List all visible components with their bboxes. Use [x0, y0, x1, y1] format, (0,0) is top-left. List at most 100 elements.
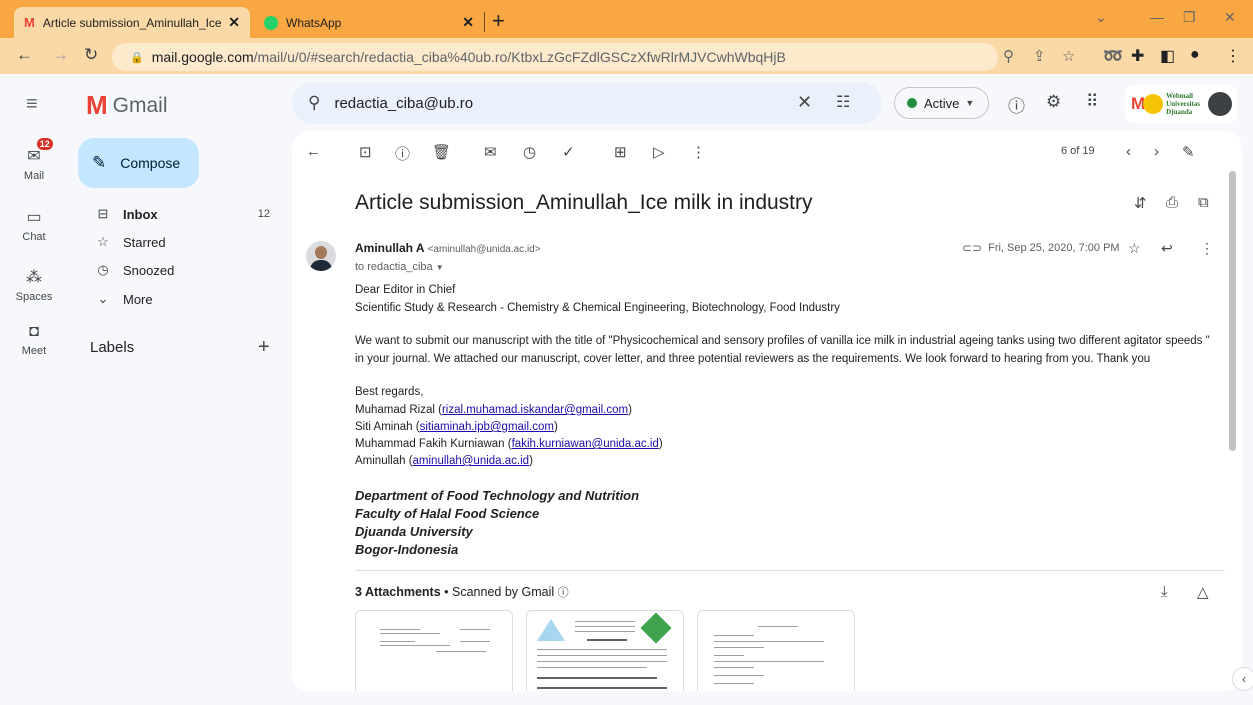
thumb-line	[714, 675, 764, 676]
nav-item-starred[interactable]: ☆ Starred	[92, 230, 282, 254]
sender[interactable]: Aminullah A <aminullah@unida.ac.id>	[355, 241, 541, 255]
minimize-icon[interactable]: —	[1150, 9, 1164, 25]
label-icon[interactable]: ▷	[653, 143, 665, 161]
nav-label: Starred	[123, 234, 166, 250]
restore-icon[interactable]: ❐	[1183, 9, 1196, 26]
author-email-link[interactable]: aminullah@unida.ac.id	[413, 455, 530, 467]
tab-whatsapp[interactable]: WhatsApp ✕	[254, 7, 484, 38]
search-options-icon[interactable]: ☷	[836, 92, 850, 112]
address-bar[interactable]: 🔒 mail.google.com/mail/u/0/#search/redac…	[112, 43, 998, 71]
message-subject: Article submission_Aminullah_Ice milk in…	[355, 191, 813, 214]
author-line: Aminullah (aminullah@unida.ac.id)	[355, 455, 533, 467]
move-to-icon[interactable]: ⊞	[614, 143, 627, 161]
delete-icon[interactable]: 🗑	[432, 143, 451, 161]
scrollbar[interactable]	[1229, 171, 1236, 451]
reply-icon[interactable]: ↩	[1161, 240, 1173, 257]
side-panel-icon[interactable]: ◧	[1160, 46, 1175, 66]
collapse-icon[interactable]: ⇵	[1134, 194, 1147, 212]
author-name: Siti Aminah	[355, 421, 413, 433]
archive-icon[interactable]: ⊡	[359, 143, 372, 161]
close-icon[interactable]: ✕	[462, 14, 474, 31]
star-message-icon[interactable]: ☆	[1128, 240, 1141, 257]
lock-icon: 🔒	[130, 51, 144, 64]
compose-button[interactable]: ✎ Compose	[78, 138, 199, 188]
apps-grid-icon[interactable]: ⠿	[1086, 92, 1098, 112]
tab-search-icon[interactable]: ⌄	[1095, 9, 1107, 26]
search-bar[interactable]: ⚲ redactia_ciba@ub.ro	[292, 82, 882, 124]
body-paragraph-line2: in your journal. We attached our manuscr…	[355, 353, 1151, 365]
attachment-thumbnail[interactable]	[526, 610, 684, 691]
rail-item-spaces[interactable]: ⁂ Spaces	[0, 267, 68, 303]
nav-item-inbox[interactable]: ⊟ Inbox 12	[92, 202, 282, 226]
chevron-left-icon[interactable]: ‹	[1232, 667, 1253, 691]
add-to-drive-icon[interactable]: △	[1197, 583, 1209, 601]
clear-search-icon[interactable]: ✕	[797, 92, 812, 113]
attachments-count: 3 Attachments	[355, 585, 441, 599]
status-dropdown[interactable]: Active ▼	[894, 87, 989, 119]
unread-badge: 12	[36, 138, 53, 150]
attachment-thumbnail[interactable]	[697, 610, 855, 691]
info-icon[interactable]: ⓘ	[558, 587, 569, 599]
university-logo-icon	[1143, 94, 1164, 114]
add-label-icon[interactable]: +	[258, 336, 270, 359]
rail-item-mail[interactable]: ✉ 12 Mail	[0, 138, 68, 182]
gmail-logo[interactable]: M Gmail	[86, 90, 168, 121]
thumb-line	[537, 661, 667, 662]
tab-separator	[484, 12, 485, 32]
new-tab-icon[interactable]: +	[492, 8, 505, 34]
tab-gmail[interactable]: M Article submission_Aminullah_Ice ✕	[14, 7, 250, 38]
window-close-icon[interactable]: ✕	[1224, 9, 1236, 26]
author-name: Aminullah	[355, 455, 406, 467]
add-task-icon[interactable]: ✓	[562, 143, 575, 161]
reload-icon[interactable]: ↻	[84, 45, 98, 65]
avatar-face	[315, 246, 327, 259]
nav-item-more[interactable]: ⌄ More	[92, 287, 282, 311]
thumb-line	[537, 667, 647, 668]
thumb-line	[575, 621, 635, 622]
search-icon[interactable]: ⚲	[308, 93, 320, 113]
back-arrow-icon[interactable]: ←	[16, 45, 33, 65]
more-options-icon[interactable]: ⋮	[1200, 240, 1214, 257]
close-icon[interactable]: ✕	[228, 14, 240, 31]
nav-item-snoozed[interactable]: ◷ Snoozed	[92, 258, 282, 282]
share-icon[interactable]: ⇪	[1033, 47, 1046, 65]
download-all-icon[interactable]: ⤓	[1161, 583, 1168, 600]
next-message-icon[interactable]: ›	[1154, 143, 1159, 160]
rail-item-meet[interactable]: ◘ Meet	[0, 323, 68, 357]
sender-avatar[interactable]	[306, 241, 336, 271]
zoom-icon[interactable]: ⚲	[1003, 47, 1014, 65]
thumb-line	[714, 635, 754, 636]
author-email-link[interactable]: sitiaminah.ipb@gmail.com	[420, 421, 554, 433]
prev-message-icon[interactable]: ‹	[1126, 143, 1131, 160]
journal-line: Scientific Study & Research - Chemistry …	[355, 302, 840, 314]
forward-arrow-icon[interactable]: →	[52, 45, 69, 65]
nav-count: 12	[257, 208, 270, 220]
open-new-window-icon[interactable]: ⧉	[1198, 194, 1209, 211]
mark-unread-icon[interactable]: ✉	[484, 143, 497, 161]
profile-icon[interactable]: ●	[1190, 46, 1200, 64]
url-path: /mail/u/0/#search/redactia_ciba%40ub.ro/…	[253, 49, 786, 65]
kebab-menu-icon[interactable]: ⋮	[1225, 46, 1241, 66]
author-email-link[interactable]: rizal.muhamad.iskandar@gmail.com	[442, 404, 628, 416]
extension-icon[interactable]: ➿	[1103, 46, 1123, 66]
report-spam-icon[interactable]: ⓘ	[395, 143, 410, 164]
chevron-down-icon: ⌄	[97, 291, 109, 306]
account-brand[interactable]: M Webmail Universitas Djuanda	[1125, 85, 1237, 123]
account-avatar[interactable]	[1208, 92, 1233, 116]
recipient-details[interactable]: to redactia_ciba ▼	[355, 261, 444, 273]
snooze-icon[interactable]: ◷	[523, 143, 536, 161]
help-icon[interactable]: ⓘ	[1008, 92, 1025, 117]
author-email-link[interactable]: fakih.kurniawan@unida.ac.id	[512, 438, 659, 450]
puzzle-icon[interactable]: ✚	[1131, 46, 1144, 66]
settings-gear-icon[interactable]: ⚙	[1046, 92, 1061, 112]
back-to-list-icon[interactable]: ←	[306, 143, 321, 160]
signature-line: Department of Food Technology and Nutrit…	[355, 488, 640, 503]
rail-item-chat[interactable]: ▭ Chat	[0, 207, 68, 243]
attachment-thumbnail[interactable]	[355, 610, 513, 691]
more-vert-icon[interactable]: ⋮	[691, 143, 706, 161]
input-tools-icon[interactable]: ✎	[1182, 143, 1195, 161]
search-input[interactable]: redactia_ciba@ub.ro	[334, 95, 473, 112]
bookmark-star-icon[interactable]: ☆	[1062, 47, 1075, 65]
hamburger-menu-icon[interactable]: ≡	[26, 93, 38, 116]
print-icon[interactable]: ⎙	[1166, 194, 1178, 211]
